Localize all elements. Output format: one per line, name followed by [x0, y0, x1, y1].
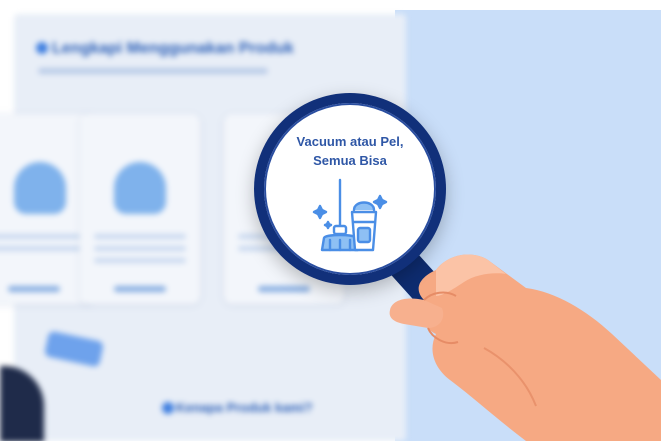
- magnifier-line-2: Semua Bisa: [313, 153, 387, 168]
- blurred-page-title: Lengkapi Menggunakan Produk: [52, 40, 294, 57]
- top-strip: [0, 0, 661, 10]
- card-line: [94, 234, 186, 239]
- card-link: [8, 286, 60, 292]
- hand-illustration: [389, 254, 661, 441]
- card-line: [0, 234, 80, 239]
- magnifier-line-1: Vacuum atau Pel,: [296, 134, 404, 149]
- card-icon: [114, 162, 166, 214]
- illustration: Lengkapi Menggunakan Produk Kenapa Produ…: [0, 0, 661, 441]
- card-link: [114, 286, 166, 292]
- cleaning-broom-bucket-icon: [312, 178, 388, 252]
- card-line: [94, 258, 186, 263]
- card-line: [0, 246, 80, 251]
- blurred-subtitle-line: [38, 68, 268, 74]
- blurred-card-middle: [80, 114, 200, 304]
- card-icon: [14, 162, 66, 214]
- card-link: [258, 286, 310, 292]
- magnifier-text: Vacuum atau Pel, Semua Bisa: [280, 132, 420, 170]
- card-line: [94, 246, 186, 251]
- blurred-person: [0, 366, 44, 441]
- blurred-badge: [43, 330, 105, 368]
- blurred-section-title: Kenapa Produk kami?: [176, 400, 313, 415]
- title-dot-icon: [36, 42, 48, 54]
- section-dot-icon: [162, 402, 174, 414]
